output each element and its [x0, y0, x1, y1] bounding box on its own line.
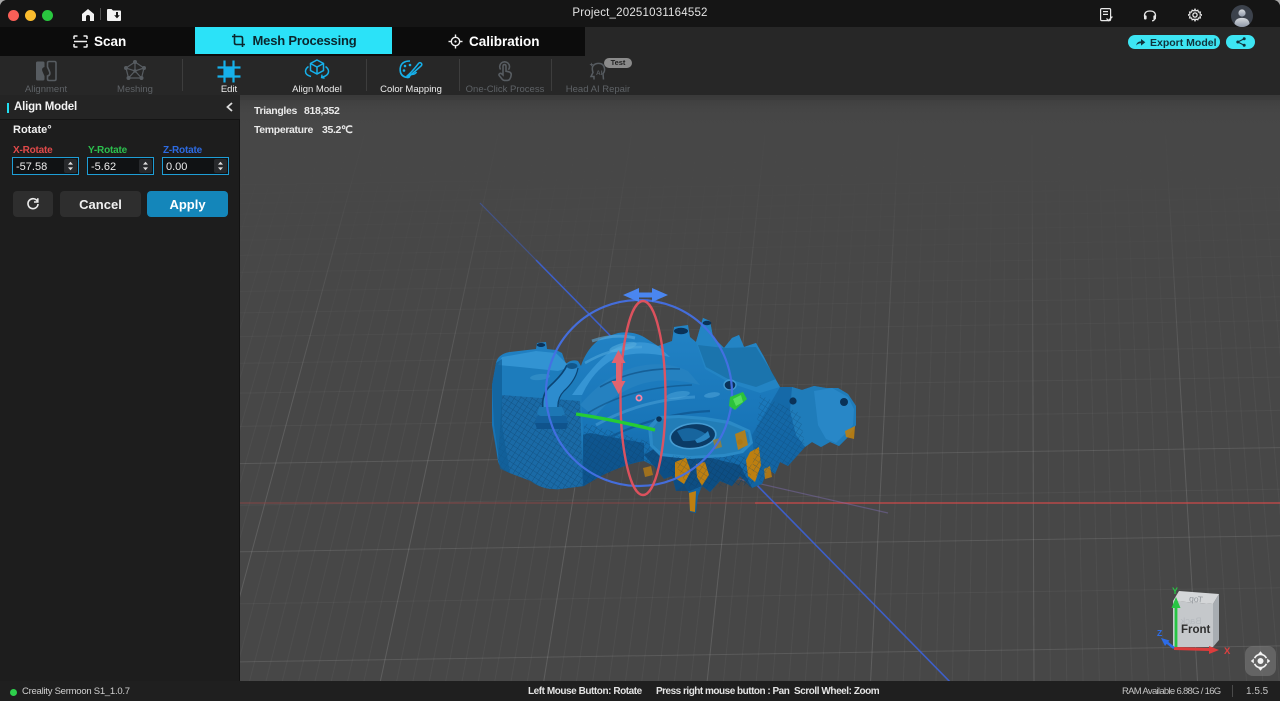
- svg-text:Y: Y: [1172, 586, 1178, 596]
- svg-text:AI: AI: [596, 70, 603, 77]
- svg-text:Top: Top: [1188, 593, 1203, 604]
- svg-text:Front: Front: [1181, 624, 1211, 636]
- svg-text:X: X: [1224, 646, 1231, 657]
- svg-text:Z: Z: [1157, 628, 1162, 638]
